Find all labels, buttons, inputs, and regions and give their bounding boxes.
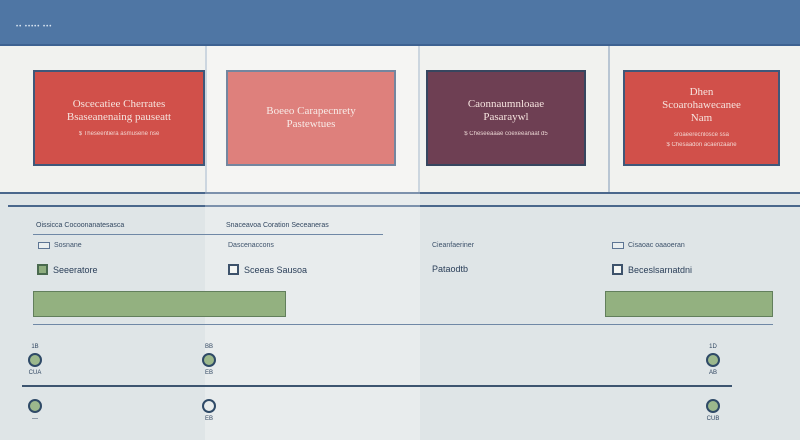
checkbox-icon[interactable] (612, 264, 623, 275)
milestone-icon[interactable] (202, 399, 216, 413)
milestone-icon[interactable] (706, 353, 720, 367)
row-divider (33, 324, 773, 325)
panel-divider (608, 46, 610, 194)
card-subtitle: $ Cheseeaaae coexeeanaat d5 (464, 130, 548, 137)
card-title-line: Oscecatiee Cherrates (72, 97, 166, 110)
timeline-node[interactable]: — (28, 397, 42, 423)
filter-label[interactable]: Dascenaccons (228, 242, 274, 249)
filter-label[interactable]: Cieanfaeriner (432, 242, 474, 249)
option-item[interactable]: Beceslsarnatdni (612, 264, 692, 275)
progress-bar (33, 291, 286, 317)
option-item[interactable]: Seeeratore (37, 264, 98, 275)
timeline-node[interactable]: EB (202, 397, 216, 423)
card-title-line: Caonnaumnloaae (467, 97, 545, 110)
timeline-node[interactable]: BB EB (202, 343, 216, 377)
column-header: Oissicca Cocoonanatesasca (36, 222, 125, 229)
milestone-icon[interactable] (706, 399, 720, 413)
checkbox-icon[interactable] (37, 264, 48, 275)
card-title-line: Nam (690, 112, 713, 124)
milestone-icon[interactable] (202, 353, 216, 367)
timeline-node[interactable]: 1B CUA (28, 343, 42, 377)
timeline-node[interactable]: CUB (706, 397, 720, 423)
option-item[interactable]: Sceeas Sausoa (228, 264, 307, 275)
window-title: •• ••••• ••• (16, 24, 53, 30)
filter-label[interactable]: Cisaoac oaaoeran (612, 242, 685, 249)
column-header: Snaceavoa Coration Seceaneras (226, 222, 329, 229)
header-underline (33, 234, 383, 235)
card-4[interactable]: Dhen Scoarohawecanee Nam sroaeerecnlosce… (623, 70, 780, 166)
card-title-line: Pasaraywl (483, 110, 529, 123)
milestone-icon[interactable] (28, 353, 42, 367)
milestone-icon[interactable] (28, 399, 42, 413)
card-title-line: Bsaseanenaing pauseatt (66, 110, 172, 123)
card-title-line: Dhen (689, 86, 714, 98)
checkbox-icon[interactable] (38, 242, 50, 249)
card-subtitle: $ Chesaadon acaenzaane (666, 142, 737, 148)
card-title-line: Scoarohawecanee (662, 99, 741, 111)
filter-label[interactable]: Sosnane (38, 242, 82, 249)
option-item[interactable]: Pataodtb (432, 264, 468, 274)
progress-bar (605, 291, 773, 317)
card-1[interactable]: Oscecatiee Cherrates Bsaseanenaing pause… (33, 70, 205, 166)
card-3[interactable]: Caonnaumnloaae Pasaraywl $ Cheseeaaae co… (426, 70, 586, 166)
checkbox-icon[interactable] (612, 242, 624, 249)
window-titlebar: •• ••••• ••• (0, 0, 800, 46)
card-subtitle: sroaeerecnlosce ssa (673, 132, 730, 138)
timeline-axis (22, 385, 732, 387)
timeline-node[interactable]: 1D AB (706, 343, 720, 377)
checkbox-icon[interactable] (228, 264, 239, 275)
card-subtitle: $ Theseentiera asmusene nse (78, 130, 160, 137)
